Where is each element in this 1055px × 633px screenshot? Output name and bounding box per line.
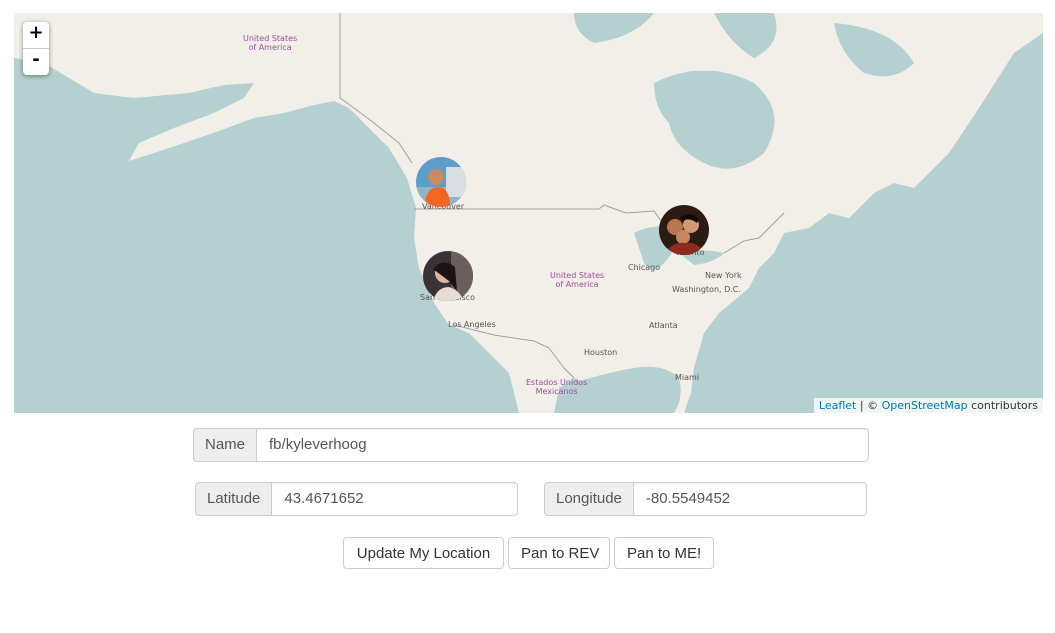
map-attribution: Leaflet | © OpenStreetMap contributors xyxy=(813,398,1043,413)
longitude-input[interactable]: -80.5549452 xyxy=(632,482,867,516)
map-label-mexico: Estados Unidos Mexicanos xyxy=(526,378,588,396)
attribution-separator: | © xyxy=(856,399,882,412)
zoom-out-button[interactable]: - xyxy=(23,48,49,75)
map-label-atlanta: Atlanta xyxy=(649,321,678,330)
longitude-input-group: Longitude -80.5549452 xyxy=(544,482,867,516)
zoom-control: + - xyxy=(23,22,49,75)
name-input-group: Name fb/kyleverhoog xyxy=(193,428,869,462)
map-label-usa-center: United States of America xyxy=(550,271,605,289)
toronto-avatar-marker[interactable] xyxy=(659,205,709,255)
san-francisco-avatar-marker[interactable] xyxy=(423,251,473,301)
map-tiles xyxy=(14,13,1043,413)
map-label-los-angeles: Los Angeles xyxy=(448,320,496,329)
map-label-new-york: New York xyxy=(705,271,742,280)
latitude-input[interactable]: 43.4671652 xyxy=(271,482,518,516)
openstreetmap-link[interactable]: OpenStreetMap xyxy=(882,399,968,412)
person-avatar-icon xyxy=(423,251,473,301)
attribution-suffix: contributors xyxy=(967,399,1038,412)
longitude-label: Longitude xyxy=(544,482,633,516)
pan-to-me-button[interactable]: Pan to ME! xyxy=(614,537,714,569)
pan-to-rev-button[interactable]: Pan to REV xyxy=(508,537,610,569)
map-view[interactable]: + - United States of America United State… xyxy=(14,13,1043,413)
latitude-input-group: Latitude 43.4671652 xyxy=(195,482,518,516)
map-label-washington: Washington, D.C. xyxy=(672,285,741,294)
vancouver-avatar-marker[interactable] xyxy=(416,157,466,207)
map-label-usa-north: United States of America xyxy=(243,34,298,52)
update-location-button[interactable]: Update My Location xyxy=(343,537,504,569)
latitude-label: Latitude xyxy=(195,482,272,516)
name-label: Name xyxy=(193,428,257,462)
person-avatar-icon xyxy=(416,157,466,207)
group-avatar-icon xyxy=(659,205,709,255)
leaflet-link[interactable]: Leaflet xyxy=(819,399,856,412)
map-label-houston: Houston xyxy=(584,348,618,357)
zoom-in-button[interactable]: + xyxy=(23,22,49,48)
name-input[interactable]: fb/kyleverhoog xyxy=(256,428,869,462)
map-label-miami: Miami xyxy=(675,373,700,382)
map-label-chicago: Chicago xyxy=(628,263,661,272)
